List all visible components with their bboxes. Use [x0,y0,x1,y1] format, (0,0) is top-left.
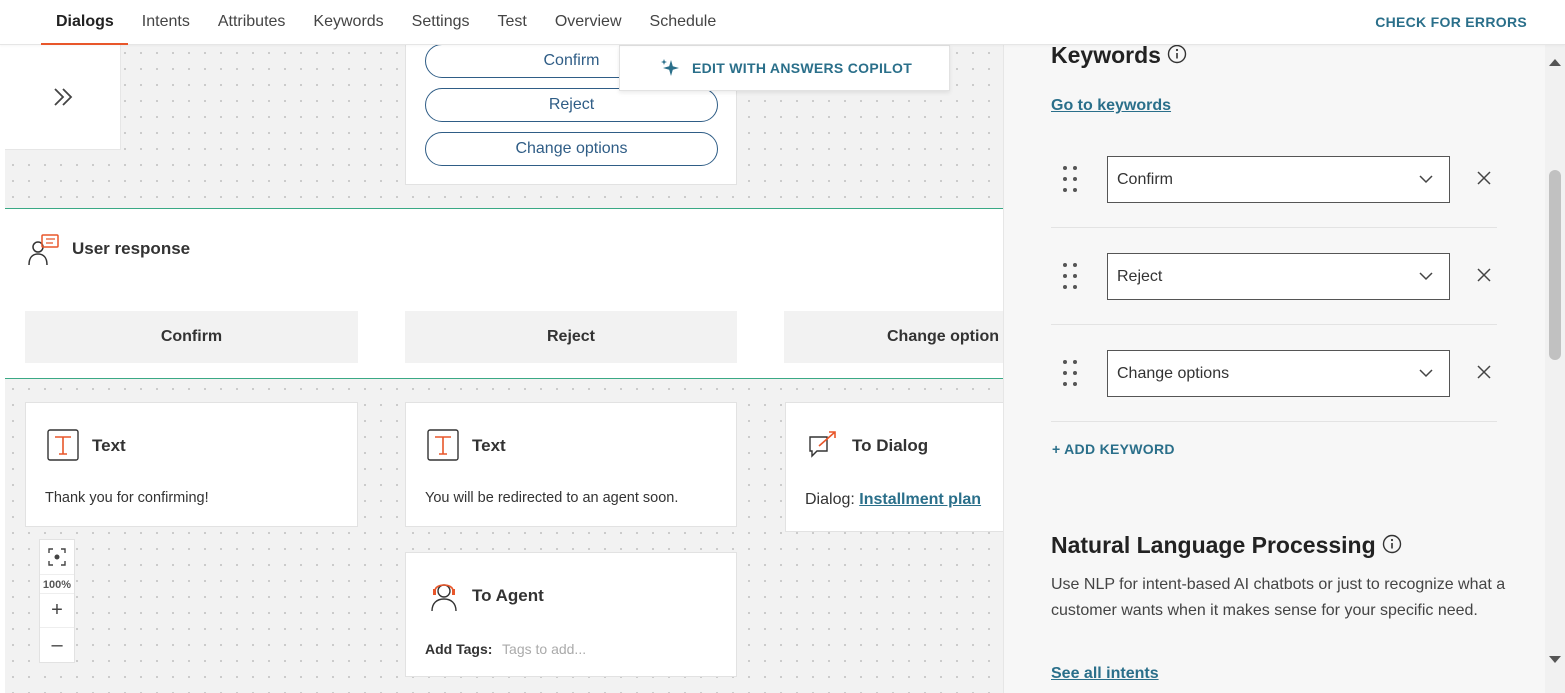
dialog-link[interactable]: Installment plan [859,491,981,508]
user-response-section: User response Confirm Reject Change opti… [5,208,1003,379]
keyword-value: Confirm [1117,171,1174,188]
tab-schedule[interactable]: Schedule [636,0,731,45]
tab-overview[interactable]: Overview [541,0,636,45]
dialog-canvas[interactable]: Confirm Reject Change options EDIT WITH … [5,45,1003,693]
tab-test[interactable]: Test [483,0,540,45]
to-agent-node[interactable]: To Agent Add Tags: Tags to add... [405,552,737,677]
info-icon[interactable] [1382,533,1402,560]
node-title: To Dialog [852,436,929,455]
user-response-icon [27,233,61,272]
text-icon [47,429,79,466]
nlp-title: Natural Language Processing [1051,532,1376,558]
focus-icon [48,548,66,566]
properties-panel: Keywords Go to keywords Confirm Reject C… [1003,45,1545,693]
remove-keyword-button[interactable] [1477,171,1491,190]
nlp-description: Use NLP for intent-based AI chatbots or … [1051,576,1506,619]
zoom-level: 100% [40,574,74,594]
node-title: Text [472,436,506,455]
text-node-confirm[interactable]: Text Thank you for confirming! [25,402,358,527]
keywords-title: Keywords [1051,45,1161,68]
double-chevron-right-icon [53,88,72,106]
scroll-down-icon[interactable] [1548,655,1562,665]
node-message: You will be redirected to an agent soon. [425,490,679,506]
nlp-heading: Natural Language Processing [1051,532,1402,560]
scroll-up-icon[interactable] [1548,57,1562,67]
check-for-errors-button[interactable]: CHECK FOR ERRORS [1375,14,1527,30]
drag-handle-icon[interactable] [1061,164,1079,199]
tab-settings[interactable]: Settings [398,0,484,45]
dialog-prefix: Dialog: [805,491,855,508]
chevron-down-icon [1419,175,1433,184]
keyword-row: Confirm [1051,131,1497,228]
text-node-reject[interactable]: Text You will be redirected to an agent … [405,402,737,527]
text-icon [427,429,459,466]
scroll-thumb[interactable] [1549,170,1561,360]
node-message: Thank you for confirming! [45,490,209,506]
drag-handle-icon[interactable] [1061,358,1079,393]
tab-dialogs[interactable]: Dialogs [41,0,128,45]
tab-attributes[interactable]: Attributes [204,0,300,45]
keyword-row: Reject [1051,228,1497,325]
zoom-controls: 100% + – [39,539,75,663]
add-tags-label: Add Tags: [425,641,493,657]
keyword-select[interactable]: Change options [1107,350,1450,397]
node-title: Text [92,436,126,455]
expand-sidebar-button[interactable] [5,45,121,150]
sparkle-icon [661,59,679,76]
close-icon [1477,365,1491,379]
user-response-confirm[interactable]: Confirm [25,311,358,363]
user-response-title: User response [72,239,191,258]
keyword-select[interactable]: Reject [1107,253,1450,300]
tab-keywords[interactable]: Keywords [299,0,397,45]
panel-scrollbar[interactable] [1545,45,1565,693]
go-to-keywords-link[interactable]: Go to keywords [1051,97,1171,115]
add-keyword-button[interactable]: + ADD KEYWORD [1052,441,1175,457]
zoom-in-button[interactable]: + [40,594,74,628]
option-reject-button[interactable]: Reject [425,88,718,122]
copilot-label: EDIT WITH ANSWERS COPILOT [692,60,913,76]
top-navigation: Dialogs Intents Attributes Keywords Sett… [0,0,1565,45]
to-dialog-icon [807,429,839,466]
option-change-options-button[interactable]: Change options [425,132,718,166]
see-all-intents-link[interactable]: See all intents [1051,665,1159,683]
zoom-out-button[interactable]: – [40,628,74,662]
user-response-reject[interactable]: Reject [405,311,737,363]
to-dialog-node[interactable]: To Dialog Dialog: Installment plan [785,402,1003,532]
remove-keyword-button[interactable] [1477,365,1491,384]
tags-input[interactable]: Tags to add... [502,641,586,657]
keyword-row: Change options [1051,325,1497,422]
edit-with-copilot-button[interactable]: EDIT WITH ANSWERS COPILOT [619,45,950,91]
keyword-value: Reject [1117,268,1163,285]
keyword-value: Change options [1117,365,1230,382]
agent-icon [427,577,461,618]
user-response-change-option[interactable]: Change option [784,311,1003,363]
chevron-down-icon [1419,369,1433,378]
info-icon[interactable] [1167,45,1187,70]
dialog-reference: Dialog: Installment plan [805,491,981,509]
keyword-select[interactable]: Confirm [1107,156,1450,203]
node-title: To Agent [472,586,544,605]
fit-to-screen-button[interactable] [40,540,74,574]
chevron-down-icon [1419,272,1433,281]
remove-keyword-button[interactable] [1477,268,1491,287]
tab-bar: Dialogs Intents Attributes Keywords Sett… [41,0,730,45]
drag-handle-icon[interactable] [1061,261,1079,296]
agent-tags-row: Add Tags: Tags to add... [425,641,586,657]
close-icon [1477,171,1491,185]
close-icon [1477,268,1491,282]
tab-intents[interactable]: Intents [128,0,204,45]
keywords-heading: Keywords [1051,45,1187,70]
